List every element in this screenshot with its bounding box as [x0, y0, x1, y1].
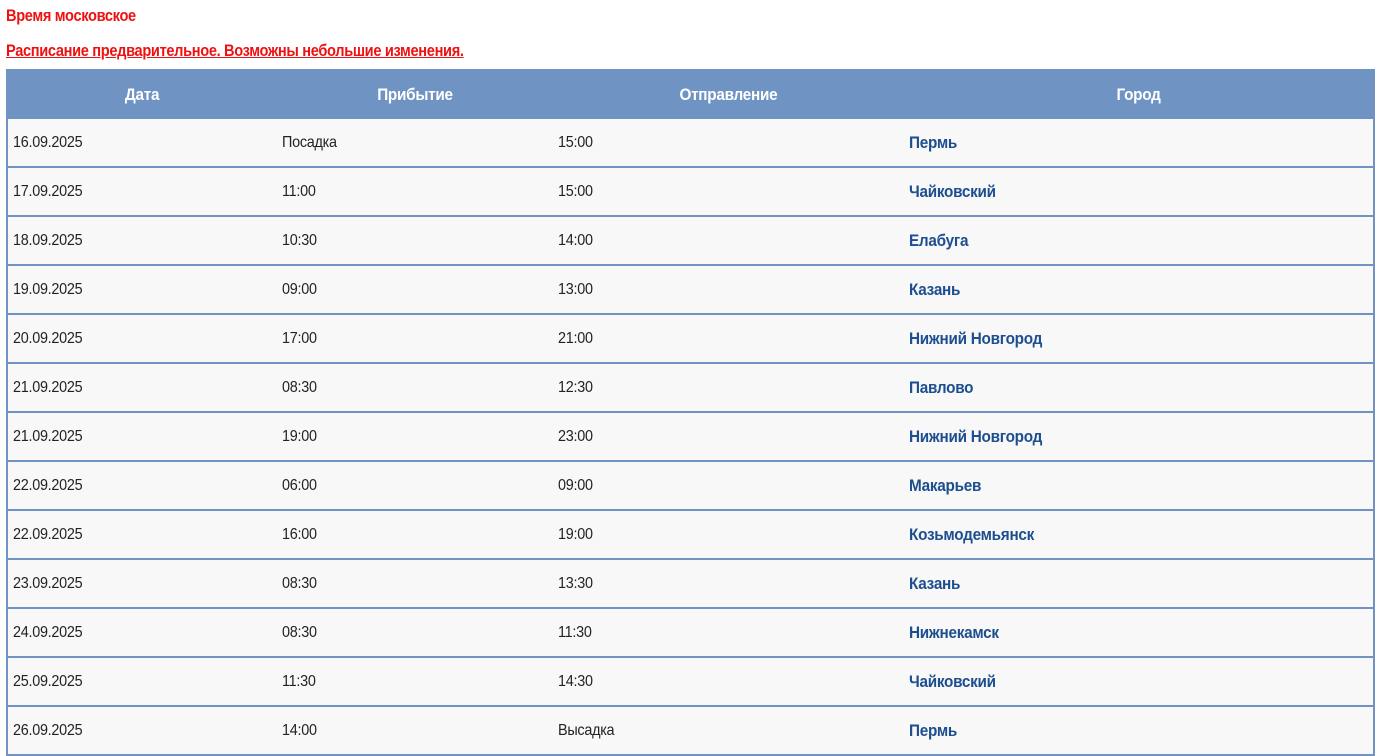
cell-arrival: 08:30 — [277, 559, 553, 609]
cell-date: 21.09.2025 — [7, 363, 277, 413]
cell-arrival: 06:00 — [277, 461, 553, 511]
table-row: 16.09.2025 Посадка 15:00 Пермь — [7, 119, 1374, 168]
table-row: 19.09.2025 09:00 13:00 Казань — [7, 265, 1374, 315]
table-row: 17.09.2025 11:00 15:00 Чайковский — [7, 167, 1374, 217]
cell-date: 18.09.2025 — [7, 216, 277, 266]
cell-arrival: 16:00 — [277, 510, 553, 560]
table-row: 20.09.2025 17:00 21:00 Нижний Новгород — [7, 314, 1374, 364]
cell-departure: Высадка — [553, 706, 904, 755]
cell-date: 22.09.2025 — [7, 510, 277, 560]
schedule-header-row: Дата Прибытие Отправление Город — [7, 70, 1374, 119]
cell-arrival: 14:00 — [277, 706, 553, 755]
cell-city-link[interactable]: Казань — [904, 559, 1374, 609]
cell-city-link[interactable]: Нижнекамск — [904, 608, 1374, 658]
cell-arrival: 08:30 — [277, 363, 553, 413]
cell-date: 21.09.2025 — [7, 412, 277, 462]
cell-departure: 11:30 — [553, 608, 904, 658]
cell-departure: 15:00 — [553, 119, 904, 168]
cell-departure: 19:00 — [553, 510, 904, 560]
cell-city-link[interactable]: Павлово — [904, 363, 1374, 413]
cell-arrival: 11:30 — [277, 657, 553, 707]
table-row: 18.09.2025 10:30 14:00 Елабуга — [7, 216, 1374, 266]
cell-date: 17.09.2025 — [7, 167, 277, 217]
cell-departure: 13:00 — [553, 265, 904, 315]
cell-city-link[interactable]: Нижний Новгород — [904, 412, 1374, 462]
cell-departure: 09:00 — [553, 461, 904, 511]
column-header-city: Город — [904, 70, 1374, 119]
cell-city-link[interactable]: Чайковский — [904, 167, 1374, 217]
preliminary-schedule-notice: Расписание предварительное. Возможны неб… — [6, 41, 464, 60]
cell-departure: 14:30 — [553, 657, 904, 707]
cell-arrival: 11:00 — [277, 167, 553, 217]
schedule-table: Дата Прибытие Отправление Город 16.09.20… — [6, 69, 1375, 756]
cell-arrival: 10:30 — [277, 216, 553, 266]
cell-date: 23.09.2025 — [7, 559, 277, 609]
table-row: 26.09.2025 14:00 Высадка Пермь — [7, 706, 1374, 755]
cell-date: 24.09.2025 — [7, 608, 277, 658]
table-row: 21.09.2025 08:30 12:30 Павлово — [7, 363, 1374, 413]
cell-city-link[interactable]: Казань — [904, 265, 1374, 315]
table-row: 23.09.2025 08:30 13:30 Казань — [7, 559, 1374, 609]
table-row: 21.09.2025 19:00 23:00 Нижний Новгород — [7, 412, 1374, 462]
schedule-body: 16.09.2025 Посадка 15:00 Пермь 17.09.2025 11:… — [7, 119, 1374, 755]
cell-departure: 21:00 — [553, 314, 904, 364]
cell-departure: 23:00 — [553, 412, 904, 462]
cell-departure: 12:30 — [553, 363, 904, 413]
cell-city-link[interactable]: Козьмодемьянск — [904, 510, 1374, 560]
cell-date: 16.09.2025 — [7, 119, 277, 168]
cell-departure: 15:00 — [553, 167, 904, 217]
cell-date: 22.09.2025 — [7, 461, 277, 511]
column-header-departure: Отправление — [553, 70, 904, 119]
table-row: 22.09.2025 16:00 19:00 Козьмодемьянск — [7, 510, 1374, 560]
cell-city-link[interactable]: Нижний Новгород — [904, 314, 1374, 364]
table-row: 24.09.2025 08:30 11:30 Нижнекамск — [7, 608, 1374, 658]
cell-date: 19.09.2025 — [7, 265, 277, 315]
cell-arrival: 17:00 — [277, 314, 553, 364]
cell-city-link[interactable]: Чайковский — [904, 657, 1374, 707]
cell-arrival: 08:30 — [277, 608, 553, 658]
cell-date: 20.09.2025 — [7, 314, 277, 364]
cell-arrival: 19:00 — [277, 412, 553, 462]
cell-city-link[interactable]: Елабуга — [904, 216, 1374, 266]
cell-departure: 13:30 — [553, 559, 904, 609]
column-header-arrival: Прибытие — [277, 70, 553, 119]
cell-departure: 14:00 — [553, 216, 904, 266]
column-header-date: Дата — [7, 70, 277, 119]
cell-city-link[interactable]: Пермь — [904, 119, 1374, 168]
cell-city-link[interactable]: Пермь — [904, 706, 1374, 755]
moscow-time-notice: Время московское — [6, 6, 136, 25]
cell-date: 25.09.2025 — [7, 657, 277, 707]
table-row: 22.09.2025 06:00 09:00 Макарьев — [7, 461, 1374, 511]
table-row: 25.09.2025 11:30 14:30 Чайковский — [7, 657, 1374, 707]
cell-date: 26.09.2025 — [7, 706, 277, 755]
cell-arrival: 09:00 — [277, 265, 553, 315]
cell-arrival: Посадка — [277, 119, 553, 168]
cell-city-link[interactable]: Макарьев — [904, 461, 1374, 511]
